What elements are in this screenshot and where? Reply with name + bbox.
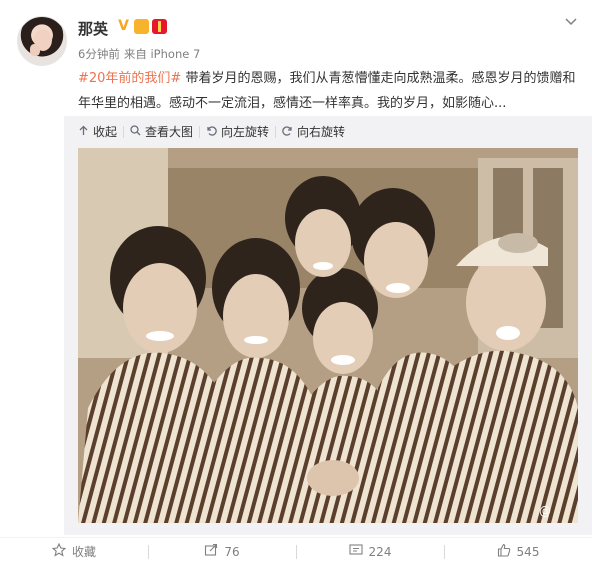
red-packet-icon[interactable] [152, 19, 167, 34]
author-badges: V [116, 19, 167, 34]
thumbs-up-icon [497, 543, 511, 561]
post-source: 来自 iPhone 7 [123, 47, 201, 61]
post-time[interactable]: 6分钟前 [78, 46, 120, 62]
view-large-button[interactable]: 查看大图 [124, 123, 199, 140]
chevron-down-icon[interactable] [563, 14, 579, 30]
verified-v-icon[interactable]: V [116, 19, 131, 34]
weibo-post-card: 那英 V 6分钟前 来自 iPhone 7 #20年前的我们# 带着岁月的恩赐，… [0, 0, 592, 565]
action-bar: 收藏 76 224 545 [0, 537, 592, 565]
rotate-left-icon [206, 125, 217, 139]
collapse-label: 收起 [93, 125, 118, 139]
comment-count: 224 [368, 544, 392, 559]
topic-link[interactable]: #20年前的我们# [78, 71, 181, 86]
post-text: #20年前的我们# 带着岁月的恩赐，我们从青葱懵懂走向成熟温柔。感恩岁月的馈赠和… [78, 66, 578, 116]
like-button[interactable]: 545 [444, 538, 592, 565]
author-name[interactable]: 那英 [78, 18, 108, 39]
repost-button[interactable]: 76 [148, 538, 296, 565]
like-count: 545 [516, 544, 540, 559]
post-meta: 6分钟前 来自 iPhone 7 [78, 46, 200, 62]
repost-count: 76 [224, 544, 240, 559]
author-avatar[interactable] [17, 16, 67, 66]
vip-crown-icon[interactable] [134, 19, 149, 34]
photo-watermark: @ [539, 504, 551, 518]
rotate-left-button[interactable]: 向左旋转 [200, 123, 275, 140]
favorite-button[interactable]: 收藏 [0, 538, 148, 565]
repost-icon [204, 543, 218, 561]
comment-icon [348, 543, 363, 561]
favorite-label: 收藏 [71, 545, 96, 559]
star-icon [51, 542, 67, 561]
group-photo [78, 148, 578, 523]
collapse-button[interactable]: 收起 [78, 123, 123, 140]
rotate-right-button[interactable]: 向右旋转 [276, 123, 351, 140]
media-toolbar: 收起 查看大图 向左旋转 向右旋转 [78, 123, 351, 140]
avatar-hand [30, 44, 40, 56]
post-photo[interactable] [78, 148, 578, 523]
rotate-right-icon [282, 125, 293, 139]
rotate-right-label: 向右旋转 [297, 125, 346, 139]
rotate-left-label: 向左旋转 [221, 125, 270, 139]
comment-button[interactable]: 224 [296, 538, 444, 565]
view-large-label: 查看大图 [145, 125, 194, 139]
collapse-up-icon [78, 125, 89, 139]
search-icon [130, 124, 141, 139]
